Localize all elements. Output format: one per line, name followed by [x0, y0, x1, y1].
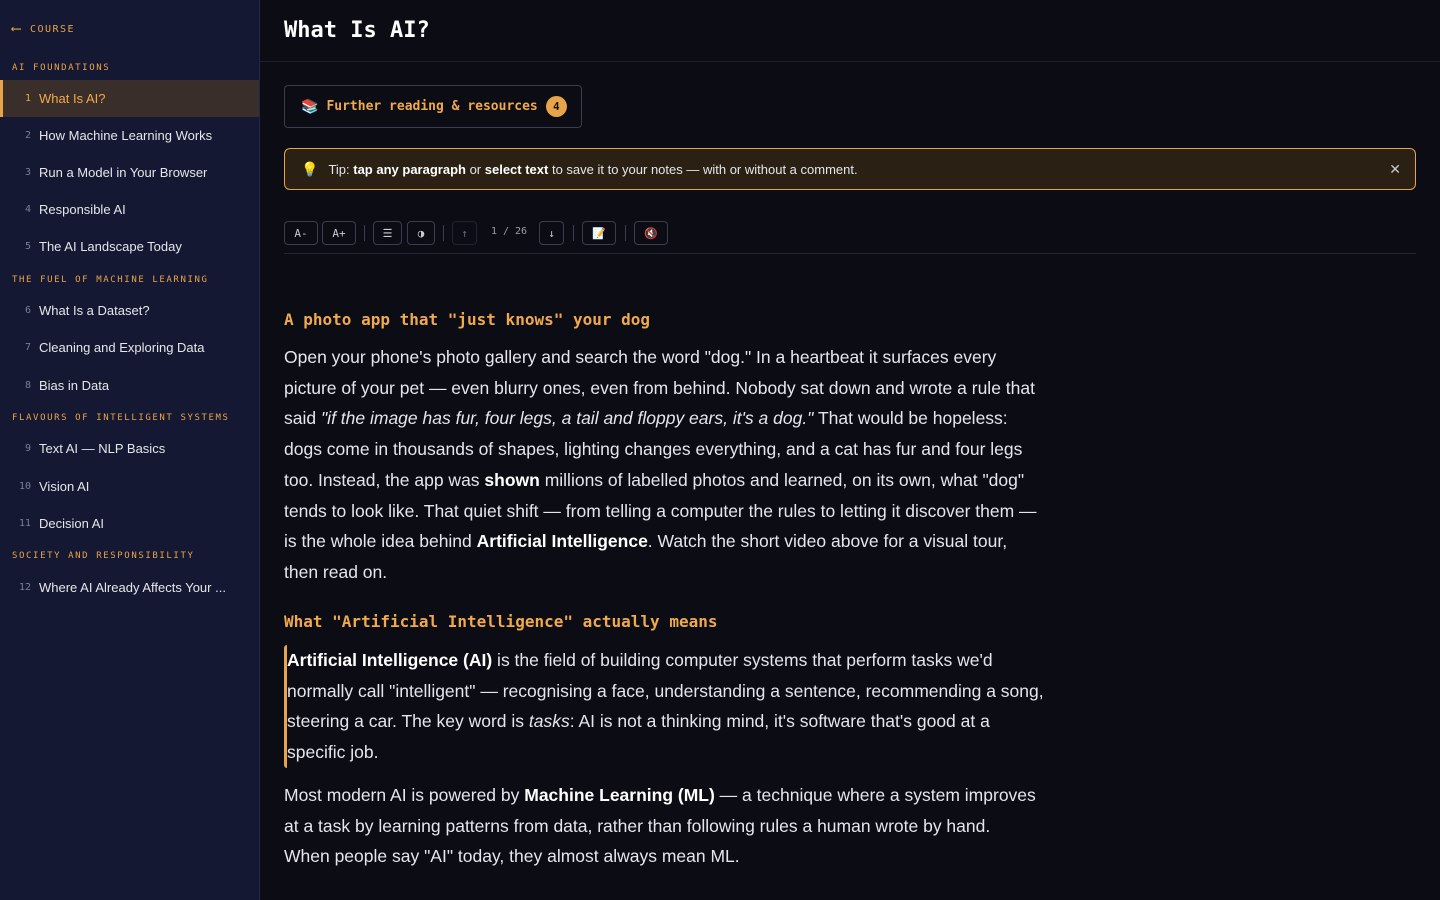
text-italic: "if the image has fur, four legs, a tail… — [320, 408, 814, 429]
text-bold: Machine Learning (ML) — [524, 785, 715, 805]
tip-text: Tip: tap any paragraph or select text to… — [328, 162, 857, 177]
notes-icon[interactable]: 📝 — [582, 221, 616, 245]
list-icon[interactable]: ☰ — [373, 221, 402, 245]
tip-bold-1: tap any paragraph — [353, 161, 466, 177]
lesson-number: 1 — [24, 93, 31, 104]
toolbar-divider — [443, 225, 444, 241]
lesson-label: Where AI Already Affects Your ... — [39, 580, 226, 595]
section-heading: What "Artificial Intelligence" actually … — [284, 612, 718, 631]
text-bold: shown — [484, 469, 540, 490]
lesson-number: 4 — [24, 204, 31, 215]
toolbar-divider — [573, 225, 574, 241]
mute-icon[interactable]: 🔇 — [634, 221, 668, 245]
scroll-fade — [284, 885, 1044, 900]
tip-mid: or — [465, 161, 485, 177]
sidebar-item-bias-in-data[interactable]: 8 Bias in Data — [0, 367, 259, 404]
lesson-number: 5 — [24, 241, 31, 252]
lesson-number: 7 — [24, 342, 31, 353]
paragraph[interactable]: Open your phone's photo gallery and sear… — [284, 342, 1039, 588]
tip-suffix: to save it to your notes — with or witho… — [548, 161, 858, 177]
lesson-label: Text AI — NLP Basics — [39, 441, 166, 456]
sidebar-item-responsible-ai[interactable]: 4 Responsible AI — [0, 191, 259, 228]
arrow-left-icon: ⟵ — [12, 21, 22, 37]
section-title-flavours: FLAVOURS OF INTELLIGENT SYSTEMS — [12, 413, 230, 423]
tip-banner: 💡 Tip: tap any paragraph or select text … — [284, 148, 1416, 190]
page-header: What Is AI? — [260, 0, 1440, 62]
tip-prefix: Tip: — [328, 161, 354, 177]
sidebar-item-text-ai[interactable]: 9 Text AI — NLP Basics — [0, 430, 259, 467]
paragraph-highlighted[interactable]: Artificial Intelligence (AI) is the fiel… — [284, 645, 1044, 768]
sidebar-item-cleaning-data[interactable]: 7 Cleaning and Exploring Data — [0, 329, 259, 366]
text-italic: tasks — [528, 711, 570, 732]
font-smaller-button[interactable]: A- — [284, 221, 318, 245]
lesson-label: Responsible AI — [39, 202, 126, 217]
lightbulb-icon: 💡 — [301, 160, 319, 177]
further-reading-button[interactable]: 📚 Further reading & resources 4 — [284, 85, 582, 128]
section-title-society: SOCIETY AND RESPONSIBILITY — [12, 551, 195, 561]
lesson-number: 6 — [24, 305, 31, 316]
lesson-label: Bias in Data — [39, 378, 110, 393]
further-reading-label: Further reading & resources — [326, 99, 538, 114]
lesson-number: 2 — [24, 130, 31, 141]
close-icon[interactable]: ✕ — [1389, 161, 1401, 178]
text-bold: Artificial Intelligence — [476, 531, 648, 552]
lesson-label: What Is AI? — [39, 91, 106, 106]
lesson-label: The AI Landscape Today — [39, 239, 182, 254]
font-larger-button[interactable]: A+ — [322, 221, 356, 245]
tip-bold-2: select text — [484, 161, 549, 177]
lesson-label: How Machine Learning Works — [39, 128, 213, 143]
text-bold: Artificial Intelligence (AI) — [287, 650, 493, 670]
lesson-number: 10 — [18, 481, 31, 492]
paragraph-position: 1 / 26 — [490, 226, 528, 237]
toolbar-divider — [625, 225, 626, 241]
lesson-number: 3 — [24, 167, 31, 178]
toolbar-divider — [364, 225, 365, 241]
lesson-label: Run a Model in Your Browser — [39, 165, 208, 180]
section-title-fuel-of-ml: THE FUEL OF MACHINE LEARNING — [12, 275, 209, 285]
sidebar-item-vision-ai[interactable]: 10 Vision AI — [0, 468, 259, 505]
sidebar: ⟵ COURSE AI FOUNDATIONS 1 What Is AI? 2 … — [0, 0, 260, 900]
sidebar-item-how-ml-works[interactable]: 2 How Machine Learning Works — [0, 117, 259, 154]
sidebar-item-decision-ai[interactable]: 11 Decision AI — [0, 505, 259, 542]
sidebar-item-ai-landscape[interactable]: 5 The AI Landscape Today — [0, 228, 259, 265]
lesson-label: Decision AI — [39, 516, 105, 531]
resources-count-badge: 4 — [545, 96, 567, 117]
back-link-label: COURSE — [29, 23, 76, 35]
books-icon: 📚 — [301, 98, 319, 115]
lesson-number: 8 — [24, 380, 31, 391]
lesson-number: 9 — [24, 443, 31, 454]
section-title-ai-foundations: AI FOUNDATIONS — [12, 63, 111, 73]
sidebar-item-what-is-ai[interactable]: 1 What Is AI? — [0, 80, 259, 117]
page-title: What Is AI? — [284, 18, 430, 43]
sidebar-item-what-is-dataset[interactable]: 6 What Is a Dataset? — [0, 292, 259, 329]
sidebar-item-where-ai-affects[interactable]: 12 Where AI Already Affects Your ... — [0, 569, 259, 606]
section-heading: A photo app that "just knows" your dog — [284, 310, 651, 329]
arrow-up-icon[interactable]: ↑ — [452, 221, 477, 245]
contrast-icon[interactable]: ◑ — [407, 221, 435, 245]
lesson-label: Cleaning and Exploring Data — [39, 340, 205, 355]
lesson-label: Vision AI — [39, 479, 90, 494]
lesson-number: 11 — [18, 518, 31, 529]
sidebar-item-run-model[interactable]: 3 Run a Model in Your Browser — [0, 154, 259, 191]
reader-toolbar: A- A+ ☰ ◑ ↑ 1 / 26 ↓ 📝 🔇 — [284, 221, 1416, 254]
text-run: Most modern AI is powered by — [284, 785, 525, 805]
arrow-down-icon[interactable]: ↓ — [539, 221, 564, 245]
lesson-number: 12 — [18, 582, 31, 593]
lesson-label: What Is a Dataset? — [39, 303, 150, 318]
back-to-course-link[interactable]: ⟵ COURSE — [12, 22, 75, 36]
paragraph[interactable]: Most modern AI is powered by Machine Lea… — [284, 780, 1039, 872]
